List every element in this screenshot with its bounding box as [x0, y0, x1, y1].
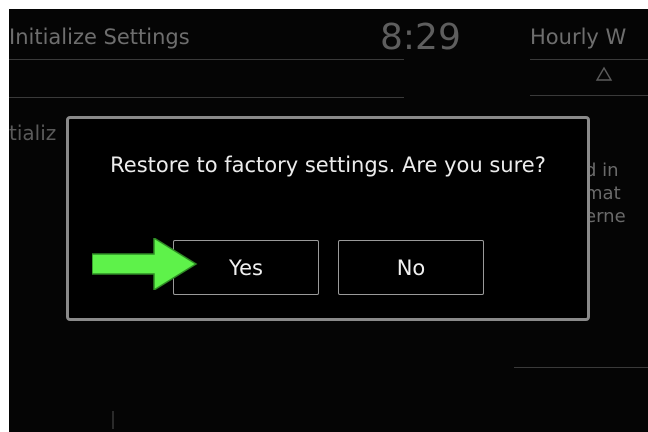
bottom-divider — [514, 367, 648, 368]
background-description: d in mat erne — [585, 160, 626, 227]
header-divider-left — [9, 59, 404, 60]
confirm-dialog: Restore to factory settings. Are you sur… — [66, 116, 590, 321]
page-title: Initialize Settings — [9, 25, 190, 49]
dialog-message: Restore to factory settings. Are you sur… — [110, 153, 546, 177]
header-divider-right — [530, 59, 648, 60]
screenshot-frame: Initialize Settings 8:29 Hourly W tializ… — [0, 0, 648, 432]
hourly-weather-tab[interactable]: Hourly W — [530, 25, 626, 49]
triangle-up-icon[interactable] — [595, 66, 613, 84]
green-arrow-icon — [92, 238, 198, 290]
clock: 8:29 — [380, 17, 461, 58]
list-divider — [9, 97, 404, 98]
list-item-initialize[interactable]: tializ — [9, 121, 56, 145]
no-button[interactable]: No — [338, 240, 484, 295]
bottom-marker — [112, 411, 114, 429]
right-panel-divider — [530, 95, 648, 96]
display-screen: Initialize Settings 8:29 Hourly W tializ… — [9, 9, 648, 432]
